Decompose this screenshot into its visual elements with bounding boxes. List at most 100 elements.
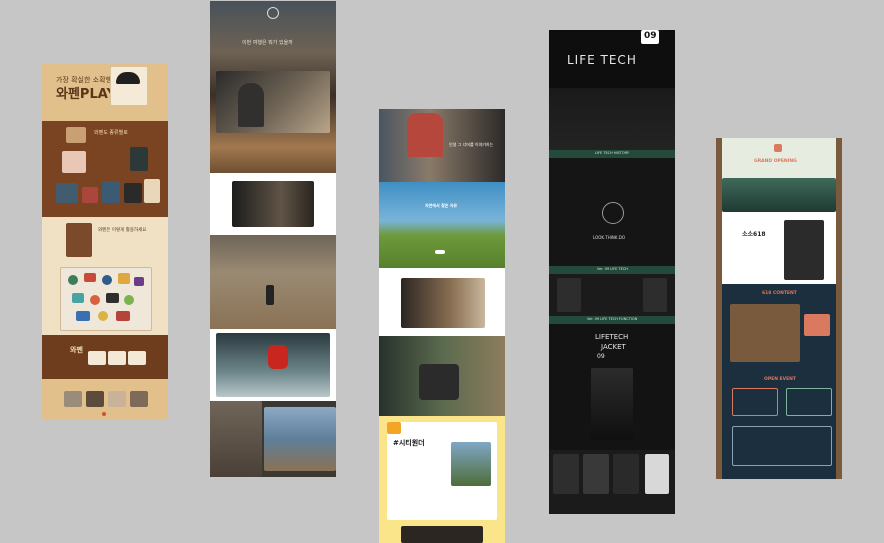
lifetech-jacket-right	[643, 278, 667, 312]
lifetech-function-bar: Ver. 09 LIFE TECH FUNCTION	[549, 316, 675, 324]
campaign-video-section	[379, 268, 505, 336]
outdoor-lake-section	[210, 401, 336, 477]
lifetech-jackets-row	[549, 274, 675, 316]
lifetech-jacket-left	[557, 278, 581, 312]
lifetech-detail-4	[645, 454, 669, 494]
outdoor-river-section	[210, 329, 336, 401]
cabin-room-render	[730, 304, 800, 362]
patch-badge-d	[118, 273, 130, 284]
cabin-logo-icon	[774, 144, 782, 152]
lifetech-detail-1	[553, 454, 579, 494]
lifetech-detail-grid	[549, 450, 675, 514]
campaign-page-preview[interactable]: 인생 그 너머를 이야기하는 자연에서 찾은 자유 #시티원더	[379, 109, 505, 543]
patch-thumb-3	[108, 391, 126, 407]
outdoor-hero: 이번 여행은 뭐가 있을까	[210, 1, 336, 173]
cabin-forest	[722, 178, 836, 212]
lifetech-ver-title: Ver. 09 LIFE TECH	[597, 267, 628, 271]
campaign-car-photo	[419, 364, 459, 400]
patch-footer-card-2	[108, 351, 126, 365]
patch-headline-big: 와펜PLAY	[56, 87, 116, 102]
patch-hero-cap	[116, 72, 140, 84]
patch-badge-b	[84, 273, 96, 282]
lifetech-intro	[549, 88, 675, 150]
cabin-map-card	[732, 426, 832, 466]
cabin-event-section: OPEN EVENT	[722, 374, 836, 479]
outdoor-tagline: 이번 여행은 뭐가 있을까	[242, 40, 293, 46]
campaign-title: #시티원더	[393, 439, 425, 447]
lifetech-center-ring-icon	[602, 202, 624, 224]
lifetech-history-diagram: LOOK.THINK.DO	[549, 158, 675, 266]
campaign-orange-tag	[387, 422, 401, 434]
cabin-open-event: OPEN EVENT	[764, 377, 796, 382]
patch-hero: 가장 확실한 소확행 와펜PLAY	[42, 63, 168, 121]
campaign-hero-text: 인생 그 너머를 이야기하는	[449, 142, 494, 147]
lifetech-detail-3	[613, 454, 639, 494]
patch-section-bottom	[42, 379, 168, 420]
patch-headline-small: 가장 확실한 소확행	[56, 76, 112, 84]
lifetech-detail-2	[583, 454, 609, 494]
campaign-hero-people	[407, 113, 443, 157]
cabin-hero: GRAND OPENING	[722, 138, 836, 212]
outdoor-red-jacket	[268, 345, 288, 369]
patch-thumb-1	[64, 391, 82, 407]
campaign-car-icon	[435, 250, 445, 254]
lifetech-jacket-label: JACKET	[601, 343, 626, 351]
campaign-yellow-section: #시티원더	[379, 416, 505, 543]
campaign-car-section	[379, 336, 505, 416]
outdoor-rock-photo	[210, 401, 262, 477]
patch-footer-title: 와펜	[70, 346, 83, 354]
patch-badge-c	[102, 275, 112, 285]
patch-badge-l	[116, 311, 130, 321]
patch-photo-2	[62, 151, 86, 173]
lifetech-page-preview[interactable]: 09 LIFE TECH LIFE TECH HISTORY LOOK.THIN…	[549, 30, 675, 514]
cabin-building	[784, 220, 824, 280]
patch-badge-a	[68, 275, 78, 285]
lifetech-history-title: LIFE TECH HISTORY	[595, 151, 629, 155]
campaign-video-thumb[interactable]	[401, 278, 485, 328]
cabin-sign-text: 소소618	[742, 231, 766, 238]
patch-badge-f	[72, 293, 84, 303]
lifetech-jacket-number: 09	[597, 353, 605, 360]
cabin-building-section: 소소618	[722, 212, 836, 284]
patch-badge-k	[98, 311, 108, 321]
cabin-event-card-1	[732, 388, 778, 416]
patch-photo-5	[82, 187, 98, 203]
patch-pager-dot	[102, 412, 106, 416]
cabin-content-section: 618 CONTENT	[722, 284, 836, 374]
campaign-field: 자연에서 찾은 자유	[379, 182, 505, 268]
patch-photo-8	[144, 179, 160, 203]
outdoor-desert-section	[210, 235, 336, 329]
campaign-bottom-photo	[401, 526, 483, 543]
lifetech-hero: 09 LIFE TECH	[549, 30, 675, 88]
patch-badge-e	[134, 277, 144, 286]
patch-photo-7	[124, 183, 142, 203]
patch-photo-3	[130, 147, 148, 171]
lifetech-function-title: Ver. 09 LIFE TECH FUNCTION	[587, 317, 638, 321]
patch-section-cream: 와펜은 이렇게 활용하세요	[42, 217, 168, 335]
patch-badge-h	[106, 293, 119, 303]
campaign-hiker-photo	[451, 442, 491, 486]
outdoor-video-thumb[interactable]	[232, 181, 314, 227]
patch-photo-4	[56, 183, 78, 203]
campaign-hero: 인생 그 너머를 이야기하는	[379, 109, 505, 182]
cabin-content-title: 618 CONTENT	[762, 291, 797, 296]
lifetech-jacket-photo	[591, 368, 633, 440]
patch-footer-card-1	[88, 351, 106, 365]
outdoor-video-section	[210, 173, 336, 235]
lifetech-jacket-section: LIFETECH JACKET 09	[549, 324, 675, 450]
patch-jacket-photo	[66, 223, 92, 257]
lifetech-jacket-logo: LIFETECH	[595, 333, 629, 341]
outdoor-lake-photo	[264, 407, 336, 471]
cabin-page-preview[interactable]: GRAND OPENING 소소618 618 CONTENT OPEN EVE…	[716, 138, 842, 479]
patch-thumb-4	[130, 391, 148, 407]
lifetech-ver-bar: Ver. 09 LIFE TECH	[549, 266, 675, 274]
outdoor-pilot-figure	[238, 83, 264, 127]
patch-section-brown: 와펜도 종류별로	[42, 121, 168, 217]
patch-badge-i	[124, 295, 134, 305]
cabin-info-card	[804, 314, 830, 336]
patch-badge-j	[76, 311, 90, 321]
outdoor-cockpit-photo	[216, 71, 330, 133]
patch-page-preview[interactable]: 가장 확실한 소확행 와펜PLAY 와펜도 종류별로 와펜은 이렇게 활용하세요	[42, 63, 168, 420]
patch-photo-1	[66, 127, 86, 143]
outdoor-page-preview[interactable]: 이번 여행은 뭐가 있을까	[210, 1, 336, 477]
